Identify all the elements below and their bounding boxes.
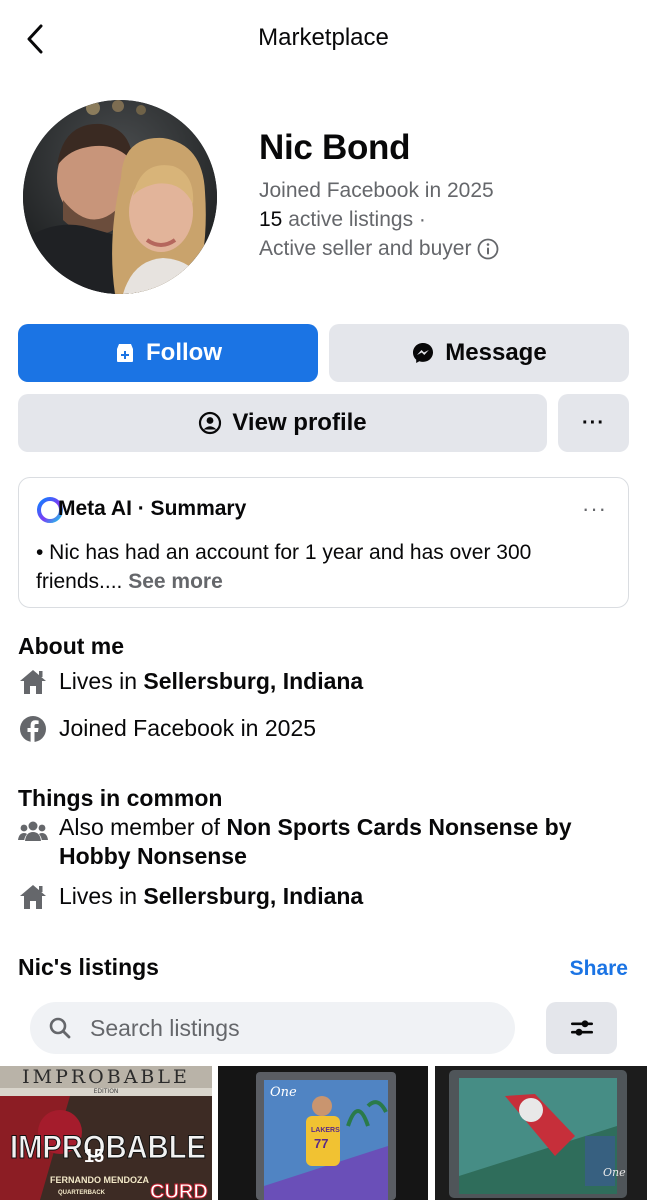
about-me-heading: About me xyxy=(18,633,125,659)
card-brand-text: IMPROBABLE xyxy=(22,1066,190,1088)
follow-label: Follow xyxy=(146,339,222,366)
common-group: Also member of Non Sports Cards Nonsense… xyxy=(18,813,618,871)
card-brand-text: One xyxy=(270,1085,297,1100)
search-icon xyxy=(49,1017,71,1039)
about-joined: Joined Facebook in 2025 xyxy=(18,714,316,744)
see-more-link[interactable]: See more xyxy=(128,570,223,593)
things-in-common-heading: Things in common xyxy=(18,785,223,811)
listings-heading: Nic's listings xyxy=(18,954,159,980)
home-icon xyxy=(20,885,46,909)
group-icon xyxy=(18,821,48,841)
card-title-text: IMPROBABLE xyxy=(10,1129,206,1165)
home-icon xyxy=(20,670,46,694)
meta-ai-title: Meta AI · Summary xyxy=(58,497,247,520)
card-player-text: FERNANDO MENDOZA xyxy=(50,1175,149,1185)
page-title: Marketplace xyxy=(258,24,389,51)
card-number-text: 77 xyxy=(314,1136,328,1151)
listing-thumbnail-1[interactable]: IMPROBABLE EDITION IMPROBABLE 15 FERNAND… xyxy=(0,1066,212,1200)
card-team-text: LAKERS xyxy=(311,1127,340,1134)
about-lives-in: Lives in Sellersburg, Indiana xyxy=(18,667,363,697)
about-lives-prefix: Lives in xyxy=(59,668,144,694)
card-position-text: QUARTERBACK xyxy=(58,1190,106,1196)
info-icon[interactable] xyxy=(477,238,499,260)
share-link[interactable]: Share xyxy=(570,957,628,981)
avatar[interactable] xyxy=(23,100,217,294)
more-options-button[interactable]: ··· xyxy=(558,394,629,452)
seller-type: Active seller and buyer xyxy=(259,237,472,260)
meta-ai-summary-text: • Nic has had an account for 1 year and … xyxy=(36,538,596,596)
about-joined-text: Joined Facebook in 2025 xyxy=(59,715,317,741)
facebook-icon xyxy=(20,716,46,742)
card-brand-text: One xyxy=(603,1166,626,1179)
follow-store-icon xyxy=(117,344,133,362)
view-profile-label: View profile xyxy=(232,409,367,436)
common-lives-in: Lives in Sellersburg, Indiana xyxy=(18,882,363,912)
follow-button[interactable]: Follow xyxy=(18,324,318,382)
common-lives-location: Sellersburg, Indiana xyxy=(143,883,364,909)
filter-button[interactable] xyxy=(546,1002,617,1054)
message-button[interactable]: Message xyxy=(329,324,629,382)
search-listings-input[interactable]: Search listings xyxy=(30,1002,515,1054)
profile-name: Nic Bond xyxy=(259,128,411,167)
filter-sliders-icon xyxy=(570,1020,593,1036)
card-edition-text: EDITION xyxy=(94,1088,119,1095)
listings-count-line[interactable]: 15 active listings · xyxy=(259,208,426,232)
card-corner-text: CURD xyxy=(150,1181,208,1200)
listings-count-suffix: active listings · xyxy=(282,208,426,231)
common-group-prefix: Also member of xyxy=(59,814,227,840)
card-number-text: 15 xyxy=(84,1146,104,1166)
view-profile-button[interactable]: View profile xyxy=(18,394,547,452)
listing-thumbnail-2[interactable]: One LAKERS 77 xyxy=(218,1066,428,1200)
about-lives-location: Sellersburg, Indiana xyxy=(143,668,364,694)
joined-date: Joined Facebook in 2025 xyxy=(259,179,494,202)
message-label: Message xyxy=(445,339,547,366)
common-lives-prefix: Lives in xyxy=(59,883,144,909)
meta-ai-summary-body: • Nic has had an account for 1 year and … xyxy=(36,541,532,593)
user-circle-icon xyxy=(199,411,222,435)
meta-ai-menu-button[interactable]: ··· xyxy=(582,496,607,522)
listing-thumbnail-3[interactable]: One xyxy=(435,1066,647,1200)
messenger-icon xyxy=(413,343,434,363)
more-icon: ··· xyxy=(582,411,605,434)
listings-count: 15 xyxy=(259,208,283,231)
search-placeholder: Search listings xyxy=(90,1014,240,1041)
seller-type-line[interactable]: Active seller and buyer xyxy=(259,237,499,261)
